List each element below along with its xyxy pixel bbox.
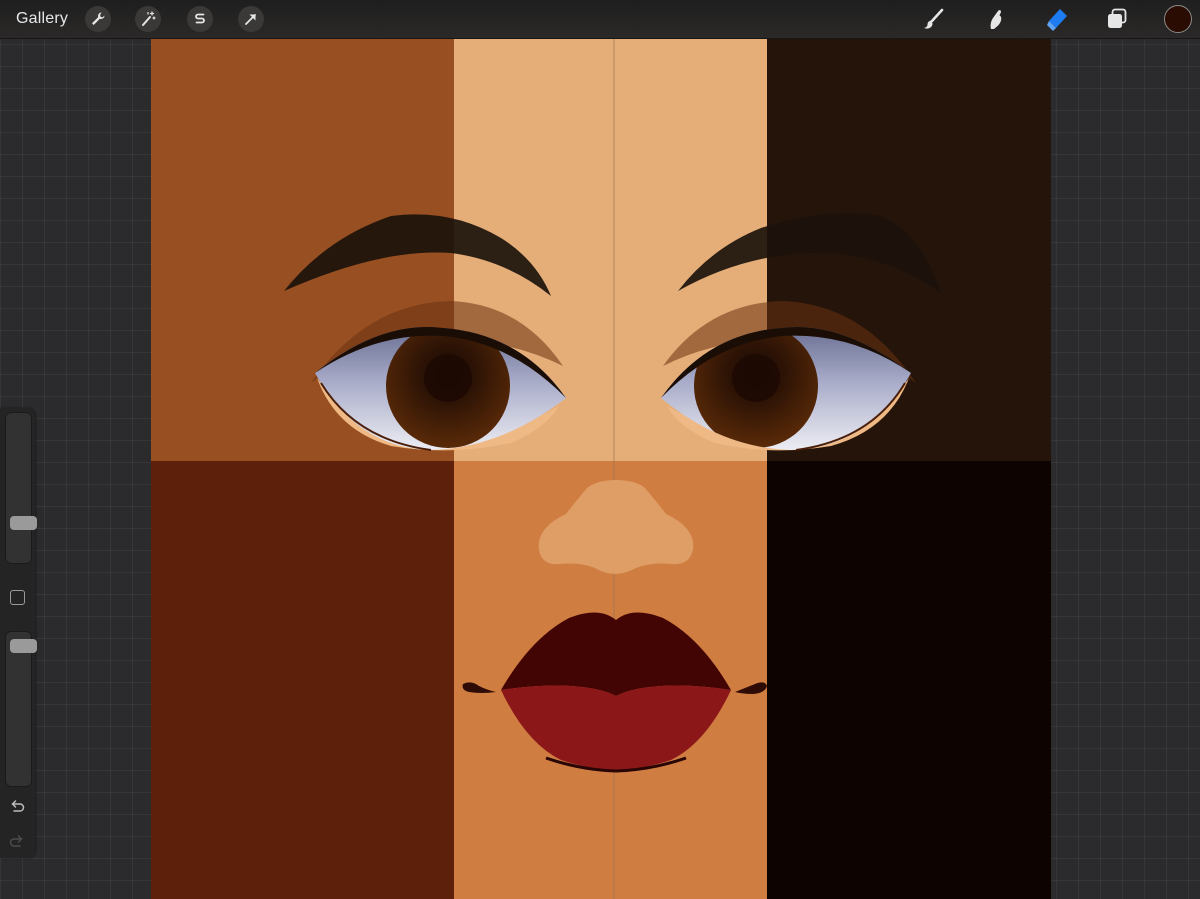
- left-pupil: [424, 354, 472, 402]
- drawing-canvas[interactable]: [151, 38, 1051, 899]
- brush-icon[interactable]: [920, 6, 946, 32]
- wrench-icon[interactable]: [85, 6, 111, 32]
- smudge-finger-icon[interactable]: [982, 6, 1008, 32]
- square-modify-icon[interactable]: [10, 590, 25, 605]
- skin-tone-block-4: [151, 461, 454, 899]
- opacity-thumb[interactable]: [10, 639, 37, 653]
- magic-wand-icon[interactable]: [135, 6, 161, 32]
- layers-icon[interactable]: [1104, 6, 1130, 32]
- skin-tone-block-6: [767, 461, 1051, 899]
- color-picker-swatch[interactable]: [1164, 5, 1192, 33]
- selection-s-icon[interactable]: [187, 6, 213, 32]
- brush-size-slider[interactable]: [5, 412, 37, 564]
- arrow-cursor-icon[interactable]: [238, 6, 264, 32]
- top-toolbar: Gallery: [0, 0, 1200, 39]
- gallery-button[interactable]: Gallery: [16, 10, 68, 28]
- right-pupil: [732, 354, 780, 402]
- left-sidebar: [0, 408, 37, 858]
- redo-arrow-icon[interactable]: [8, 833, 26, 851]
- brush-size-thumb[interactable]: [10, 516, 37, 530]
- opacity-slider[interactable]: [5, 631, 37, 787]
- undo-arrow-icon[interactable]: [8, 798, 26, 816]
- eraser-icon[interactable]: [1044, 6, 1070, 32]
